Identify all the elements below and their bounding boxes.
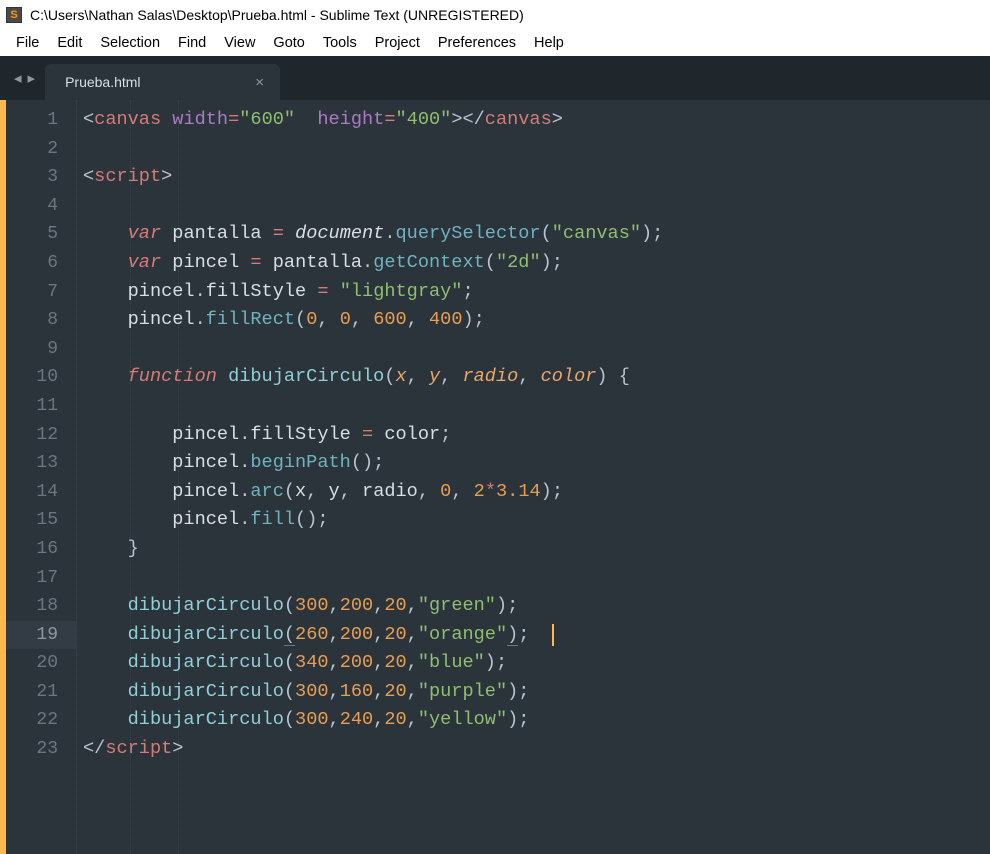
menu-tools[interactable]: Tools xyxy=(315,33,365,53)
code-line[interactable]: </script> xyxy=(77,735,980,764)
tabbar: ◂ ▸ Prueba.html × xyxy=(0,56,990,100)
line-number[interactable]: 4 xyxy=(0,192,76,221)
line-number[interactable]: 18 xyxy=(0,592,76,621)
code-line[interactable]: dibujarCirculo(340,200,20,"blue"); xyxy=(77,649,980,678)
code-line[interactable]: dibujarCirculo(260,200,20,"orange"); xyxy=(77,621,980,650)
menu-help[interactable]: Help xyxy=(526,33,572,53)
code-line[interactable] xyxy=(77,135,980,164)
app-icon: S xyxy=(6,7,22,23)
menu-goto[interactable]: Goto xyxy=(265,33,312,53)
line-number[interactable]: 5 xyxy=(0,220,76,249)
line-number[interactable]: 11 xyxy=(0,392,76,421)
gutter: 1234567891011121314151617181920212223 xyxy=(0,100,76,854)
code-line[interactable] xyxy=(77,392,980,421)
code-line[interactable]: pincel.fill(); xyxy=(77,506,980,535)
code-line[interactable]: dibujarCirculo(300,160,20,"purple"); xyxy=(77,678,980,707)
code-line[interactable]: <canvas width="600" height="400"></canva… xyxy=(77,106,980,135)
editor: 1234567891011121314151617181920212223 <c… xyxy=(0,100,990,854)
code-line[interactable]: pincel.arc(x, y, radio, 0, 2*3.14); xyxy=(77,478,980,507)
line-number[interactable]: 13 xyxy=(0,449,76,478)
line-number[interactable]: 19 xyxy=(0,621,76,650)
code-line[interactable] xyxy=(77,564,980,593)
line-number[interactable]: 14 xyxy=(0,478,76,507)
code-line[interactable]: var pincel = pantalla.getContext("2d"); xyxy=(77,249,980,278)
menu-find[interactable]: Find xyxy=(170,33,214,53)
code-line[interactable]: dibujarCirculo(300,240,20,"yellow"); xyxy=(77,706,980,735)
code-line[interactable]: pincel.fillRect(0, 0, 600, 400); xyxy=(77,306,980,335)
line-number[interactable]: 15 xyxy=(0,506,76,535)
code-line[interactable]: pincel.fillStyle = "lightgray"; xyxy=(77,278,980,307)
line-number[interactable]: 23 xyxy=(0,735,76,764)
line-number[interactable]: 7 xyxy=(0,278,76,307)
code-line[interactable] xyxy=(77,335,980,364)
code-line[interactable] xyxy=(77,192,980,221)
line-number[interactable]: 12 xyxy=(0,421,76,450)
line-number[interactable]: 3 xyxy=(0,163,76,192)
tab-label: Prueba.html xyxy=(65,74,140,90)
menu-project[interactable]: Project xyxy=(367,33,428,53)
line-number[interactable]: 10 xyxy=(0,363,76,392)
titlebar: S C:\Users\Nathan Salas\Desktop\Prueba.h… xyxy=(0,0,990,30)
line-number[interactable]: 16 xyxy=(0,535,76,564)
menu-file[interactable]: File xyxy=(8,33,47,53)
nav-forward-icon[interactable]: ▸ xyxy=(28,69,36,87)
menubar: File Edit Selection Find View Goto Tools… xyxy=(0,30,990,56)
line-number[interactable]: 8 xyxy=(0,306,76,335)
code-line[interactable]: pincel.beginPath(); xyxy=(77,449,980,478)
app-body: ◂ ▸ Prueba.html × 1234567891011121314151… xyxy=(0,56,990,854)
line-number[interactable]: 17 xyxy=(0,564,76,593)
menu-selection[interactable]: Selection xyxy=(92,33,168,53)
tab-prueba[interactable]: Prueba.html × xyxy=(45,64,280,100)
nav-back-icon[interactable]: ◂ xyxy=(14,69,22,87)
menu-preferences[interactable]: Preferences xyxy=(430,33,524,53)
line-number[interactable]: 1 xyxy=(0,106,76,135)
line-number[interactable]: 22 xyxy=(0,706,76,735)
line-number[interactable]: 2 xyxy=(0,135,76,164)
line-number[interactable]: 20 xyxy=(0,649,76,678)
code-line[interactable]: pincel.fillStyle = color; xyxy=(77,421,980,450)
window-title: C:\Users\Nathan Salas\Desktop\Prueba.htm… xyxy=(30,7,524,23)
nav-arrows: ◂ ▸ xyxy=(4,69,45,87)
menu-edit[interactable]: Edit xyxy=(49,33,90,53)
text-caret xyxy=(552,624,554,646)
line-number[interactable]: 9 xyxy=(0,335,76,364)
code-area[interactable]: <canvas width="600" height="400"></canva… xyxy=(76,100,980,854)
code-line[interactable]: <script> xyxy=(77,163,980,192)
code-line[interactable]: var pantalla = document.querySelector("c… xyxy=(77,220,980,249)
tab-close-icon[interactable]: × xyxy=(227,74,264,91)
code-line[interactable]: } xyxy=(77,535,980,564)
menu-view[interactable]: View xyxy=(216,33,263,53)
minimap[interactable] xyxy=(980,100,990,854)
code-line[interactable]: function dibujarCirculo(x, y, radio, col… xyxy=(77,363,980,392)
code-line[interactable]: dibujarCirculo(300,200,20,"green"); xyxy=(77,592,980,621)
line-number[interactable]: 6 xyxy=(0,249,76,278)
line-number[interactable]: 21 xyxy=(0,678,76,707)
